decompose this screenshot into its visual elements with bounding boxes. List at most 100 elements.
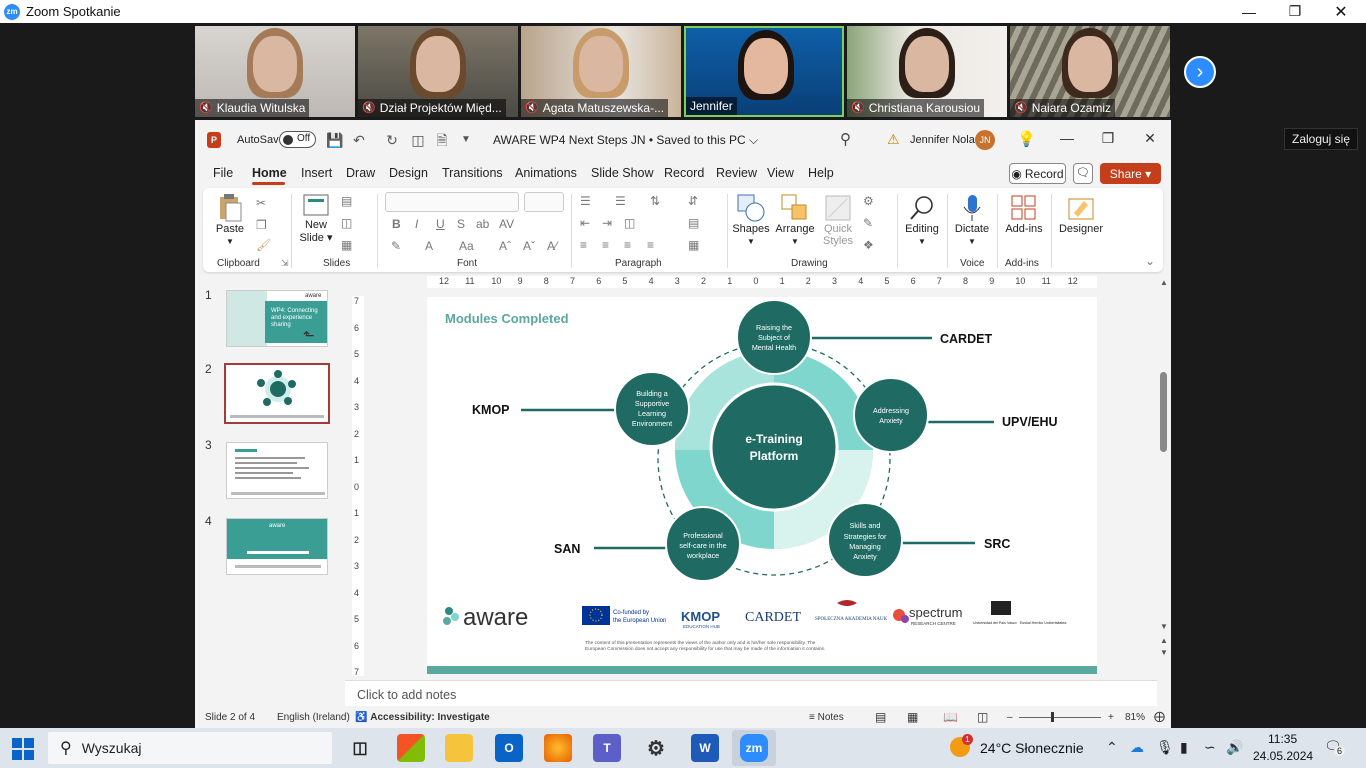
tab-help[interactable]: Help [808,166,834,180]
font-family-dropdown[interactable] [385,192,519,212]
language-indicator[interactable]: English (Ireland) [277,712,350,723]
ribbon-collapse-icon[interactable]: ⌄ [1145,254,1155,268]
font-color-icon[interactable]: A [425,239,433,253]
word-icon[interactable]: W [691,734,719,762]
numbering-icon[interactable]: ☰ [615,194,626,208]
scroll-down-icon[interactable]: ▼ [1160,622,1168,631]
align-right-icon[interactable]: ≡ [624,238,631,252]
text-direction-icon[interactable]: ⇵ [688,194,698,208]
share-button[interactable]: Share ▾ [1100,163,1161,184]
participant-tile[interactable]: 🔇 Christiana Karousiou [847,26,1007,117]
firefox-icon[interactable] [544,734,572,762]
bullets-icon[interactable]: ☰ [580,194,591,208]
taskbar-search-box[interactable]: ⚲ Wyszukaj [48,732,332,764]
tray-mic-icon[interactable]: 🎙 [1156,739,1174,756]
zoom-slider[interactable] [1019,717,1101,718]
ppt-restore-icon[interactable]: ❐ [1093,130,1123,147]
tab-view[interactable]: View [767,166,794,180]
task-view-icon[interactable]: ◫ [346,734,374,762]
designer-button[interactable]: Designer [1055,193,1107,235]
participant-tile[interactable]: 🔇 Dział Projektów Międ... [358,26,518,117]
columns-icon[interactable]: ◫ [624,216,635,230]
strikethrough-icon[interactable]: S [457,217,465,231]
vertical-scrollbar[interactable]: ▲ ▼ ▲ ▼ [1157,276,1171,662]
participant-tile[interactable]: 🔇 Klaudia Witulska [195,26,355,117]
weather-text[interactable]: 24°C Słonecznie [980,740,1084,756]
accessibility-status[interactable]: ♿ Accessibility: Investigate [355,712,490,723]
tab-review[interactable]: Review [716,166,757,180]
clear-format-icon[interactable]: A∕ [547,239,557,253]
paste-button[interactable]: Paste ▼ [213,193,247,247]
zoom-slider-thumb[interactable] [1051,712,1054,722]
undo-icon[interactable]: ↶ [350,131,368,149]
decrease-indent-icon[interactable]: ⇤ [580,216,590,230]
warning-icon[interactable]: ⚠ [887,131,900,148]
participant-tile[interactable]: 🔇 Agata Matuszewska-... [521,26,681,117]
ppt-minimize-icon[interactable]: — [1052,130,1082,146]
comment-icon[interactable]: 🗨 [1073,163,1093,184]
notes-pane[interactable]: Click to add notes [345,680,1157,706]
slideshow-view-icon[interactable]: ◫ [977,710,988,724]
scrollbar-thumb[interactable] [1160,372,1167,452]
arrange-button[interactable]: Arrange ▼ [775,193,815,247]
minimize-icon[interactable]: — [1226,0,1272,23]
tab-insert[interactable]: Insert [301,166,332,180]
present-icon[interactable]: ◫ [409,131,427,149]
quick-styles-button[interactable]: Quick Styles [818,193,858,247]
bold-icon[interactable]: B [392,217,401,231]
zoom-app-icon[interactable]: zm [740,734,768,762]
windows-start-icon[interactable] [12,738,34,760]
new-document-icon[interactable]: 🗎 [433,131,451,149]
microsoft-store-icon[interactable] [397,734,425,762]
notes-placeholder[interactable]: Click to add notes [357,688,456,702]
record-button[interactable]: ◉ Record [1009,163,1066,184]
slide-thumbnail-4[interactable]: aware [226,518,328,575]
dialog-launcher-icon[interactable]: ⇲ [281,258,289,269]
tab-home[interactable]: Home [252,166,287,180]
char-spacing-icon[interactable]: ab [476,217,489,231]
change-case-aa-icon[interactable]: Aa [459,239,474,253]
search-icon[interactable]: ⚲ [840,130,851,148]
align-text-icon[interactable]: ▤ [688,216,699,230]
sign-in-button[interactable]: Zaloguj się [1284,128,1358,150]
settings-gear-icon[interactable]: ⚙ [642,734,670,762]
tab-record[interactable]: Record [664,166,704,180]
zoom-in-icon[interactable]: + [1108,712,1114,723]
tab-animations[interactable]: Animations [515,166,577,180]
copy-icon[interactable]: ❐ [256,218,267,232]
increase-font-icon[interactable]: Aˆ [499,239,511,253]
outlook-icon[interactable]: O [495,734,523,762]
font-size-dropdown[interactable] [524,192,564,212]
dictate-button[interactable]: Dictate ▼ [951,193,993,247]
increase-indent-icon[interactable]: ⇥ [602,216,612,230]
scroll-up-icon[interactable]: ▲ [1160,278,1168,287]
restore-icon[interactable]: ❐ [1272,0,1318,23]
slide-thumbnail-1[interactable]: WP4: Connecting and experience sharing a… [226,290,328,347]
clock-date[interactable]: 24.05.2024 [1253,749,1313,763]
autosave-toggle[interactable]: Off [279,131,316,148]
smartart-icon[interactable]: ▦ [688,238,699,252]
change-case-icon[interactable]: AV [499,217,514,231]
shapes-button[interactable]: Shapes ▼ [731,193,771,247]
zoom-out-icon[interactable]: – [1007,712,1013,723]
tab-slide-show[interactable]: Slide Show [591,166,654,180]
customize-toolbar-icon[interactable]: ▼ [457,131,475,149]
shape-effects-icon[interactable]: ❖ [863,238,874,252]
tab-file[interactable]: File [213,166,233,180]
zoom-level[interactable]: 81% [1125,712,1145,723]
editing-button[interactable]: Editing ▼ [901,193,943,247]
tray-chevron-icon[interactable]: ⌃ [1106,739,1118,756]
clock-time[interactable]: 11:35 [1268,732,1297,746]
participant-tile-active[interactable]: Jennifer [684,26,844,117]
tab-design[interactable]: Design [389,166,428,180]
slide-canvas[interactable]: Modules Completed e-Training Platform Ra… [427,297,1097,674]
normal-view-icon[interactable]: ▤ [875,710,886,724]
addins-button[interactable]: Add-ins [1001,193,1047,235]
format-painter-icon[interactable]: 🖌 [256,238,271,252]
save-icon[interactable]: 💾 [326,131,344,149]
ppt-close-icon[interactable]: ✕ [1135,130,1165,147]
tab-draw[interactable]: Draw [346,166,375,180]
highlight-icon[interactable]: ✎ [391,239,401,253]
slide-thumbnail-3[interactable] [226,442,328,499]
participant-tile[interactable]: 🔇 Naiara Ozamiz [1010,26,1170,117]
